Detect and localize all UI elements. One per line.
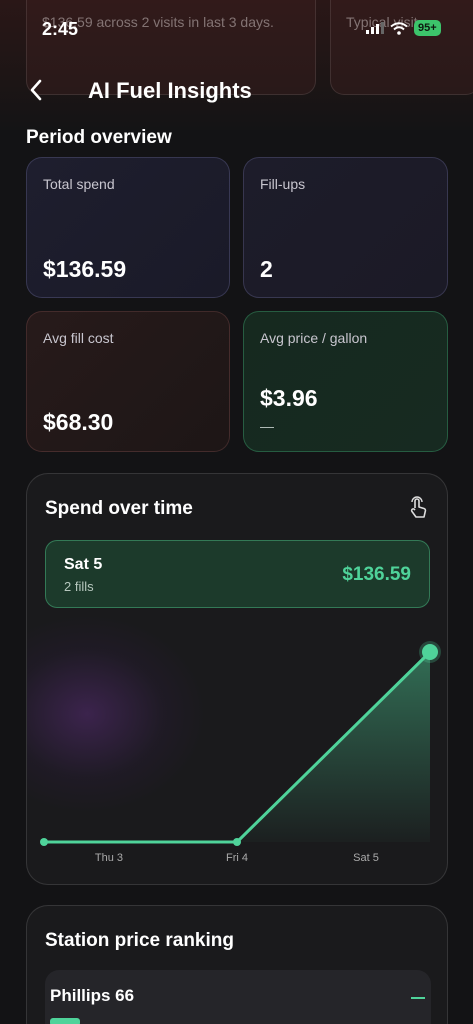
station-name: Phillips 66 — [50, 986, 135, 1005]
avg-fill-cost-card: Avg fill cost $68.30 — [26, 311, 230, 452]
signal-icon — [366, 22, 384, 34]
avg-price-sub: — — [260, 418, 274, 434]
x-tick-label: Sat 5 — [353, 852, 379, 864]
avg-price-card: Avg price / gallon $3.96 — — [243, 311, 448, 452]
station-ranking-title: Station price ranking — [45, 930, 234, 951]
period-overview-title: Period overview — [26, 127, 172, 148]
station-price-bar — [50, 1018, 80, 1024]
fill-ups-label: Fill-ups — [260, 176, 306, 192]
back-button[interactable] — [24, 76, 48, 104]
x-tick-label: Thu 3 — [95, 852, 123, 864]
total-spend-value: $136.59 — [43, 256, 127, 282]
total-spend-card: Total spend $136.59 — [26, 157, 230, 298]
avg-price-label: Avg price / gallon — [260, 330, 368, 346]
scrolled-card-text: $136.59 across 2 visits in last 3 days. — [42, 14, 274, 30]
chart-point[interactable] — [233, 838, 241, 846]
chart-point[interactable] — [422, 644, 438, 660]
page-title: AI Fuel Insights — [88, 78, 252, 103]
fill-ups-value: 2 — [260, 256, 273, 282]
station-price-dash — [411, 997, 425, 999]
status-time: 2:45 — [42, 19, 79, 39]
status-icons: 95+ — [366, 20, 441, 36]
station-ranking-panel: Station price ranking Phillips 66 — [26, 905, 448, 1024]
spend-over-time-panel[interactable]: Spend over time Sat 5 2 fills $136.59 Th… — [26, 473, 448, 885]
avg-fill-cost-value: $68.30 — [43, 409, 114, 435]
chart-point[interactable] — [40, 838, 48, 846]
avg-fill-cost-label: Avg fill cost — [43, 330, 114, 346]
spend-line-chart[interactable]: Thu 3 Fri 4 Sat 5 — [27, 474, 448, 885]
total-spend-label: Total spend — [43, 176, 115, 192]
wifi-icon — [390, 21, 408, 35]
station-row[interactable]: Phillips 66 — [45, 970, 431, 1024]
chart-area — [44, 652, 430, 842]
avg-price-value: $3.96 — [260, 385, 318, 411]
fill-ups-card: Fill-ups 2 — [243, 157, 448, 298]
chevron-left-icon — [30, 79, 42, 101]
x-tick-label: Fri 4 — [226, 852, 248, 864]
battery-indicator: 95+ — [414, 20, 441, 36]
